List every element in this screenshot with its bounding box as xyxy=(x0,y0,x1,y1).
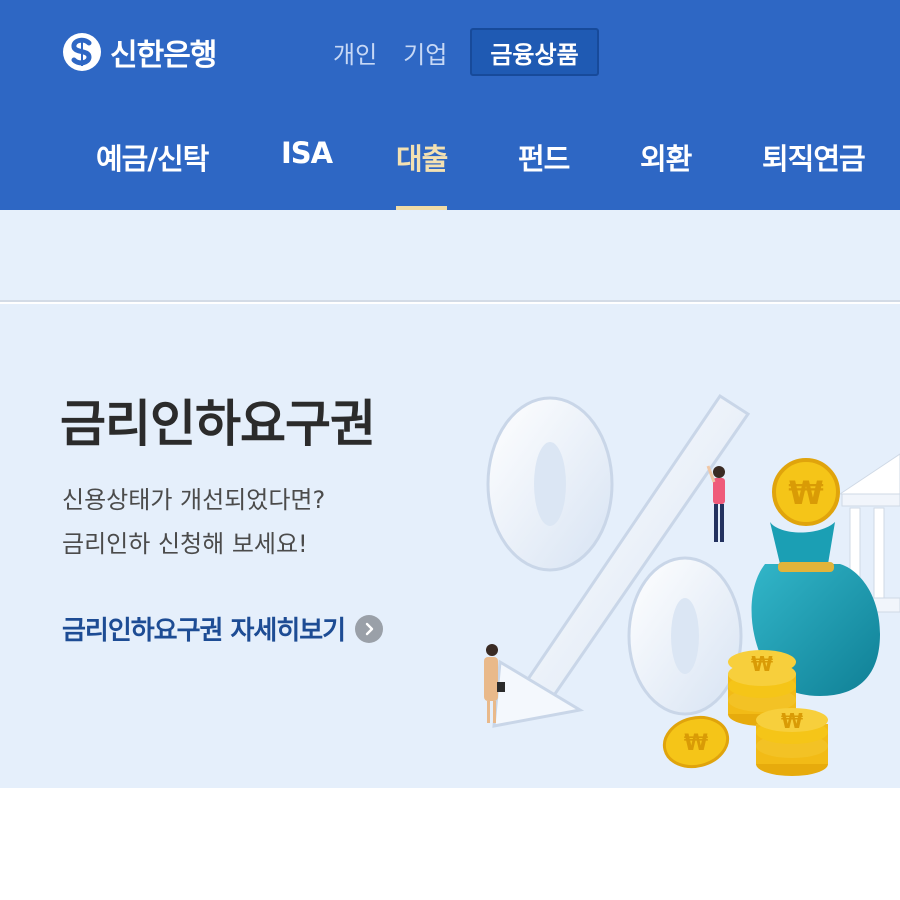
category-foreign-exchange[interactable]: 외환 xyxy=(640,136,692,178)
banner-subtitle-line2: 금리인하 신청해 보세요! xyxy=(62,530,308,558)
percent-illustration: ₩ ₩ ₩ ₩ xyxy=(484,393,900,776)
svg-text:₩: ₩ xyxy=(751,652,773,676)
banner-subtitle-line1: 신용상태가 개선되었다면? xyxy=(62,486,326,514)
banner-detail-link[interactable]: 금리인하요구권 자세히보기 xyxy=(62,610,384,647)
percent-sign-illustration xyxy=(486,393,751,728)
top-menu-personal[interactable]: 개인 xyxy=(320,28,390,76)
person-illustration xyxy=(706,465,725,542)
promo-banner[interactable]: 금리인하요구권 신용상태가 개선되었다면? 금리인하 신청해 보세요! 금리인하… xyxy=(0,304,900,788)
category-deposit-trust[interactable]: 예금/신탁 xyxy=(96,136,209,178)
category-loan[interactable]: 대출 xyxy=(396,136,448,178)
category-nav: 예금/신탁 ISA 대출 펀드 외환 퇴직연금 xyxy=(0,110,900,210)
svg-text:₩: ₩ xyxy=(788,474,823,512)
top-menu: 개인 기업 금융상품 xyxy=(320,28,599,76)
category-retirement-pension[interactable]: 퇴직연금 xyxy=(762,136,866,178)
won-coin-stack-front: ₩ xyxy=(756,708,828,776)
banner-link-label: 금리인하요구권 자세히보기 xyxy=(62,616,346,646)
site-header: 신한은행 개인 기업 금융상품 예금/신탁 ISA 대출 펀드 외환 퇴직연금 xyxy=(0,0,900,210)
banner-title: 금리인하요구권 xyxy=(60,395,376,453)
top-menu-corporate[interactable]: 기업 xyxy=(390,28,460,76)
svg-text:₩: ₩ xyxy=(781,709,803,733)
top-menu-financial-products[interactable]: 금융상품 xyxy=(470,28,599,76)
won-coin-single: ₩ xyxy=(662,715,730,769)
sub-header-strip xyxy=(0,210,900,302)
chevron-right-icon xyxy=(355,614,384,643)
category-isa[interactable]: ISA xyxy=(281,136,333,170)
svg-text:₩: ₩ xyxy=(684,731,708,756)
bank-logo[interactable]: 신한은행 xyxy=(62,30,217,74)
shinhan-logo-icon xyxy=(63,33,101,71)
logo-text: 신한은행 xyxy=(110,38,217,73)
category-fund[interactable]: 펀드 xyxy=(518,136,570,178)
